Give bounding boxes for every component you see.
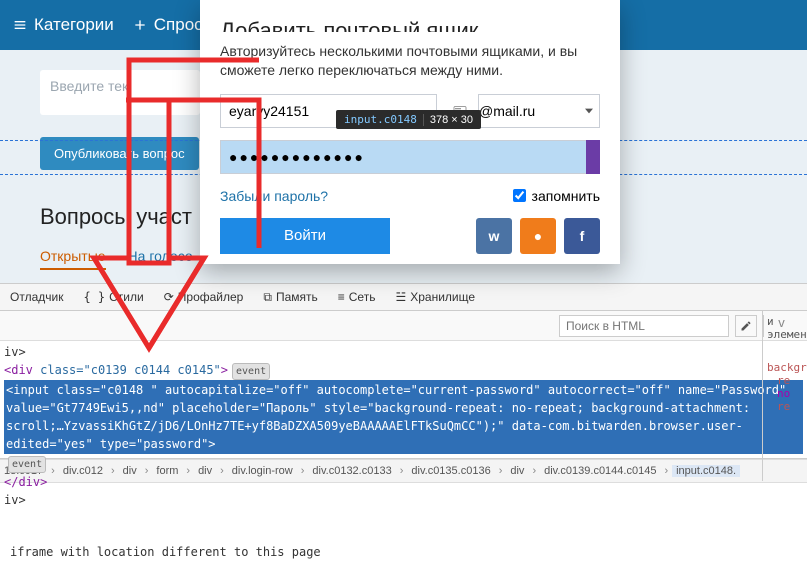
- modal-title: Добавить почтовый ящик: [220, 18, 600, 32]
- remember-checkbox[interactable]: запомнить: [513, 188, 600, 204]
- tab-open[interactable]: Открытые: [40, 248, 106, 270]
- tab-memory[interactable]: ⧉Память: [257, 290, 323, 305]
- social-row: w ● f: [476, 218, 600, 254]
- plus-icon: [132, 17, 148, 33]
- chevron-down-icon: [585, 107, 593, 115]
- login-modal: Добавить почтовый ящик Авторизуйтесь нес…: [200, 0, 620, 264]
- ask-label: Спрос: [154, 15, 203, 35]
- edit-button[interactable]: [735, 315, 757, 337]
- tab-voting[interactable]: На голосо: [128, 248, 193, 270]
- ask-menu[interactable]: Спрос: [132, 15, 203, 35]
- ask-question-input[interactable]: Введите тек: [40, 70, 200, 115]
- tab-debugger[interactable]: Отладчик: [4, 290, 69, 304]
- tooltip-dimensions: 378 × 30: [430, 114, 473, 126]
- devtools-search-row: v: [0, 311, 807, 341]
- iframe-warning: iframe with location different to this p…: [10, 545, 321, 559]
- tooltip-selector: input.c0148: [344, 113, 417, 126]
- code-line-2: <div class="c0139 c0144 c0145">event: [4, 361, 803, 380]
- inspector-highlight-handle: [586, 140, 600, 174]
- domain-select[interactable]: @mail.ru: [478, 94, 600, 128]
- fb-button[interactable]: f: [564, 218, 600, 254]
- devtools-tabbar: Отладчик { }Стили ⟳Профайлер ⧉Память ≡Се…: [0, 283, 807, 311]
- login-button[interactable]: Войти: [220, 218, 390, 254]
- list-icon: [12, 17, 28, 33]
- publish-button[interactable]: Опубликовать вопрос: [40, 137, 199, 170]
- ok-button[interactable]: ●: [520, 218, 556, 254]
- tab-storage[interactable]: ☱Хранилище: [389, 290, 481, 304]
- code-line-5: iv>: [4, 491, 803, 509]
- tab-network[interactable]: ≡Сеть: [332, 290, 382, 304]
- domain-label: @mail.ru: [479, 103, 535, 119]
- remember-label: запомнить: [532, 188, 600, 204]
- tab-profiler[interactable]: ⟳Профайлер: [158, 290, 250, 304]
- password-row: [220, 140, 600, 174]
- code-line-4: </div>: [4, 473, 803, 491]
- code-selected-line[interactable]: <input class="c0148 " autocapitalize="of…: [4, 380, 803, 454]
- forgot-password-link[interactable]: Забыли пароль?: [220, 188, 328, 204]
- password-input[interactable]: [220, 140, 600, 174]
- html-search-input[interactable]: [559, 315, 729, 337]
- categories-menu[interactable]: Категории: [12, 15, 114, 35]
- tab-styles[interactable]: { }Стили: [77, 290, 149, 304]
- categories-label: Категории: [34, 15, 114, 35]
- modal-description: Авторизуйтесь несколькими почтовыми ящик…: [220, 42, 600, 80]
- inspector-tooltip: input.c0148 378 × 30: [336, 110, 481, 129]
- code-line-1: iv>: [4, 343, 803, 361]
- devtools-html-panel[interactable]: iv> <div class="c0139 c0144 c0145">event…: [0, 341, 807, 459]
- vk-button[interactable]: w: [476, 218, 512, 254]
- devtools-styles-sidebar[interactable]: и элемент backgr re no re: [762, 311, 807, 481]
- remember-checkbox-input[interactable]: [513, 189, 526, 202]
- pencil-icon: [740, 320, 752, 332]
